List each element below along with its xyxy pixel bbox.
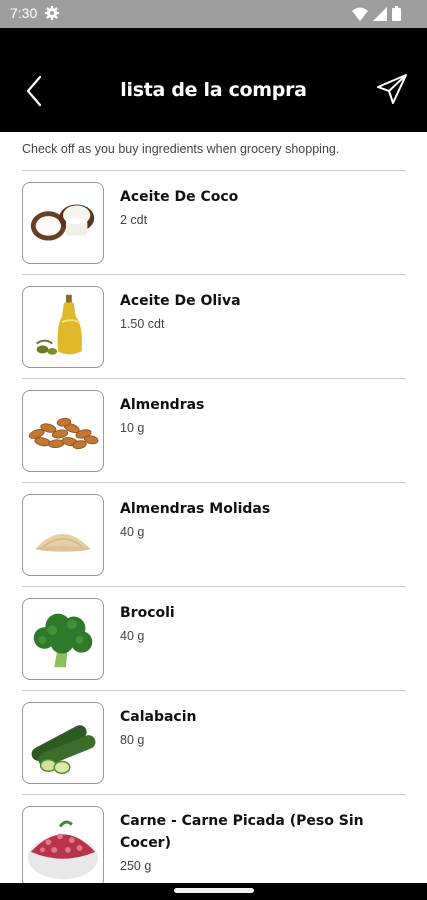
zucchini-image [22,702,104,784]
battery-icon [392,6,401,21]
status-bar: 7:30 [0,0,427,28]
broccoli-image [22,598,104,680]
coconut-oil-image [22,182,104,264]
list-item[interactable]: Aceite De Coco 2 cdt [0,171,427,275]
paper-plane-icon[interactable] [375,72,409,106]
item-name: Almendras Molidas [120,501,271,517]
item-name: Aceite De Coco [120,189,239,205]
almonds-image [22,390,104,472]
home-gesture-handle[interactable] [174,888,254,893]
app-bar: lista de la compra [0,28,427,132]
item-quantity: 40 g [120,629,145,643]
list-item[interactable]: Almendras Molidas 40 g [0,483,427,587]
item-name: Almendras [120,397,205,413]
status-time: 7:30 [10,5,38,21]
item-quantity: 10 g [120,421,145,435]
settings-gear-icon [45,6,59,20]
list-item[interactable]: Aceite De Oliva 1.50 cdt [0,275,427,379]
item-name: Calabacin [120,709,197,725]
olive-oil-image [22,286,104,368]
list-item[interactable]: Almendras 10 g [0,379,427,483]
list-item[interactable]: Brocoli 40 g [0,587,427,691]
item-name: Aceite De Oliva [120,293,241,309]
item-quantity: 250 g [120,859,152,873]
wifi-icon [352,7,368,21]
system-nav-bar [0,883,427,900]
item-quantity: 40 g [120,525,145,539]
ground-almonds-image [22,494,104,576]
list-item[interactable]: Calabacin 80 g [0,691,427,795]
ground-meat-image [22,806,104,888]
shopping-hint: Check off as you buy ingredients when gr… [22,142,340,156]
item-quantity: 2 cdt [120,213,148,227]
page-title: lista de la compra [120,79,307,101]
item-quantity: 80 g [120,733,145,747]
item-quantity: 1.50 cdt [120,317,165,331]
item-name: Brocoli [120,605,175,621]
item-name: Carne - Carne Picada (Peso Sin Cocer) [120,813,364,851]
cellular-signal-icon [373,6,387,21]
